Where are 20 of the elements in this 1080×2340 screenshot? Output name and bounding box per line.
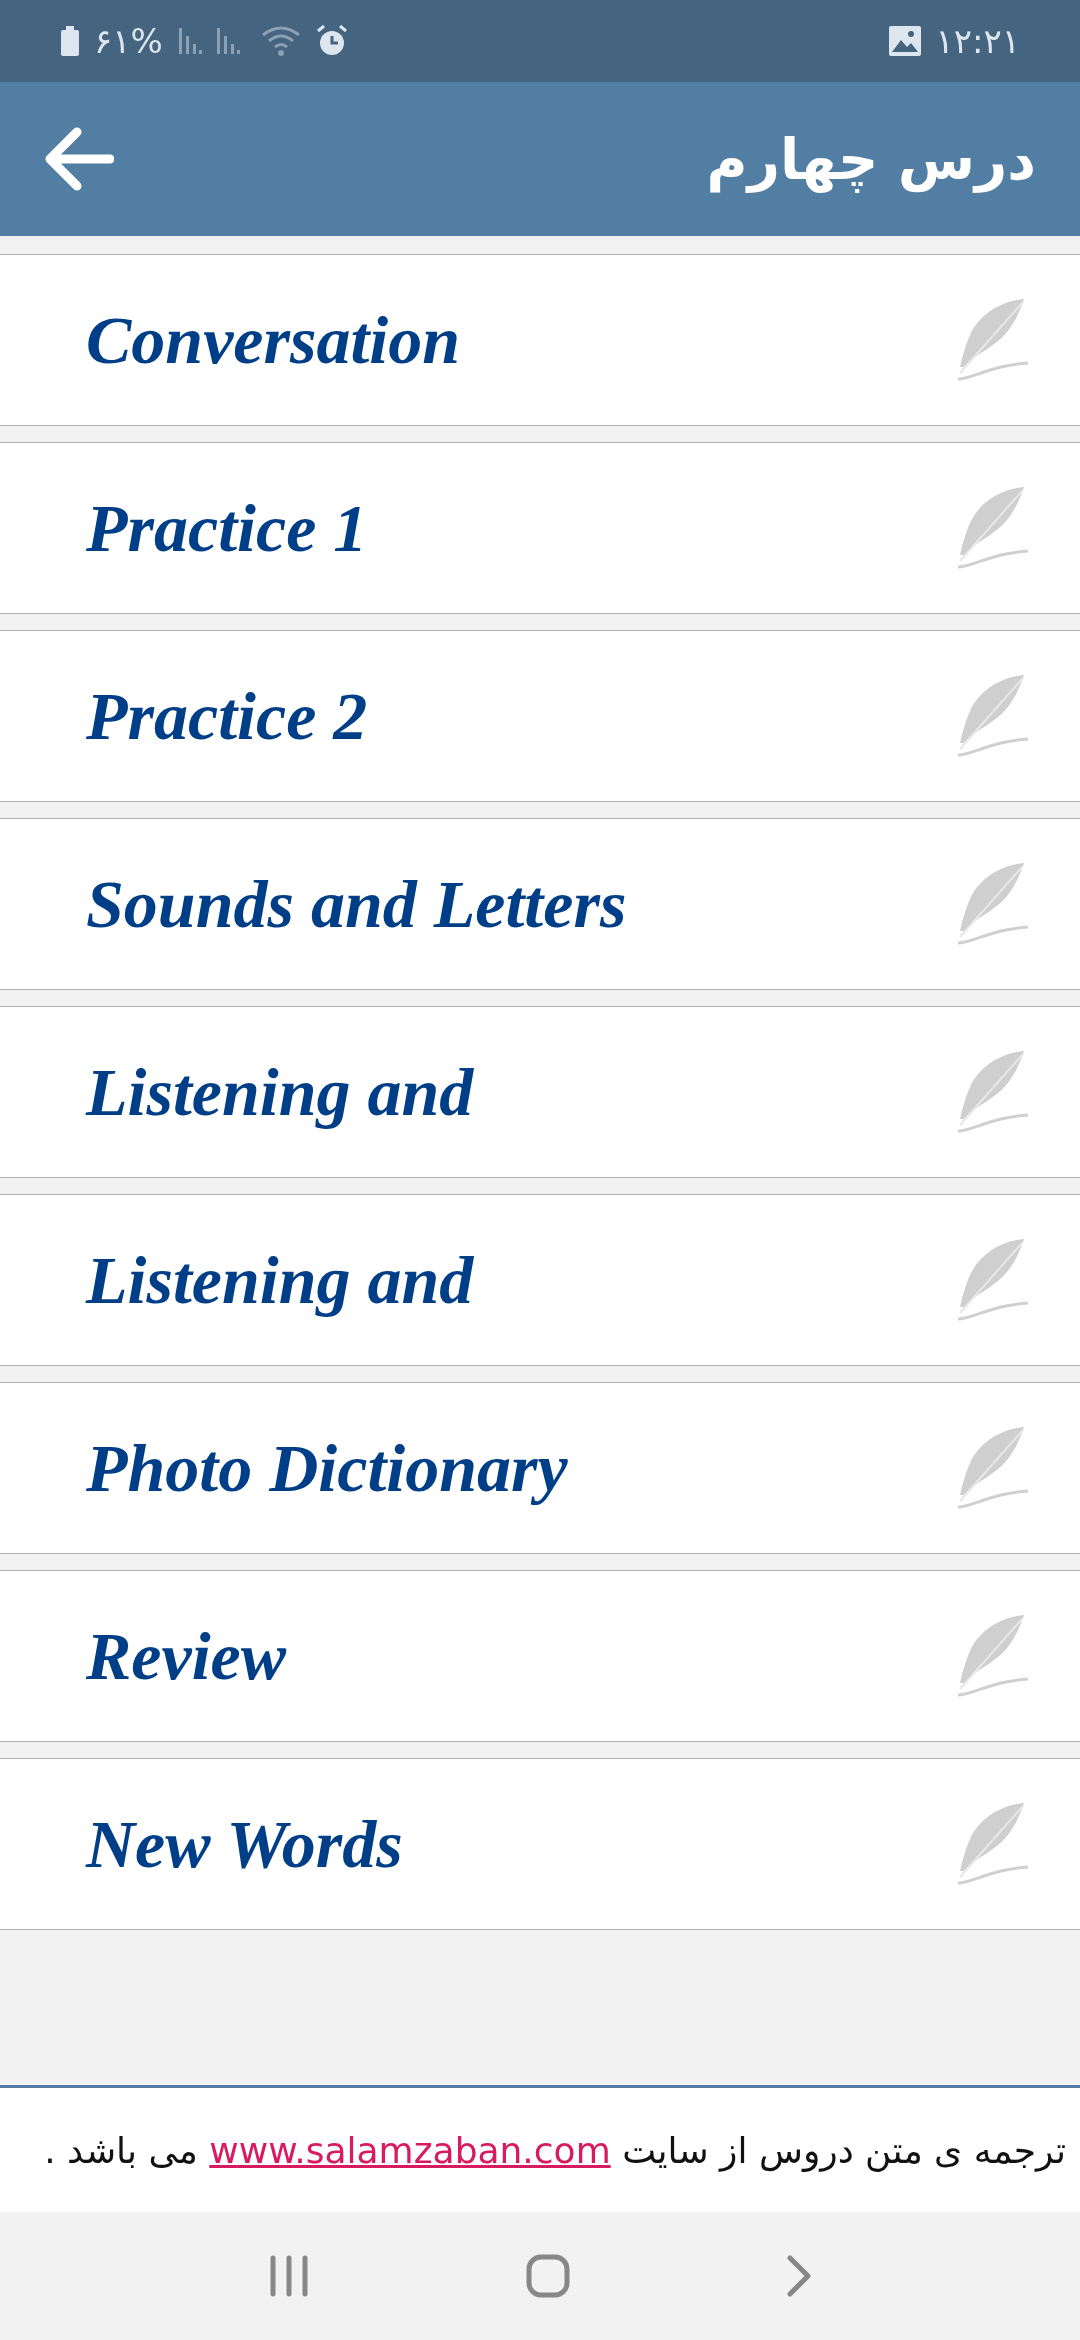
lesson-item[interactable]: New Words: [0, 1758, 1080, 1930]
lesson-item[interactable]: Conversation: [0, 254, 1080, 426]
lesson-item[interactable]: Sounds and Letters: [0, 818, 1080, 990]
lesson-item[interactable]: Photo Dictionary: [0, 1382, 1080, 1554]
lesson-item[interactable]: Review: [0, 1570, 1080, 1742]
lesson-item[interactable]: Practice 1: [0, 442, 1080, 614]
website-link[interactable]: www.salamzaban.com: [209, 2129, 611, 2171]
screen-title: درس چهارم: [706, 126, 1036, 192]
battery-icon: [60, 26, 80, 56]
alarm-icon: [314, 24, 349, 58]
lesson-item[interactable]: Listening and: [0, 1194, 1080, 1366]
lesson-item[interactable]: Practice 2: [0, 630, 1080, 802]
image-icon: [889, 26, 922, 56]
battery-level: ۶۱%: [94, 21, 163, 61]
back-chevron-icon[interactable]: [784, 2254, 813, 2298]
home-icon[interactable]: [526, 2254, 570, 2298]
wifi-icon: [260, 25, 301, 57]
back-arrow-icon[interactable]: [44, 126, 114, 192]
lesson-item[interactable]: Listening and: [0, 1006, 1080, 1178]
clock-time: ۱۲:۲۱: [935, 21, 1020, 61]
